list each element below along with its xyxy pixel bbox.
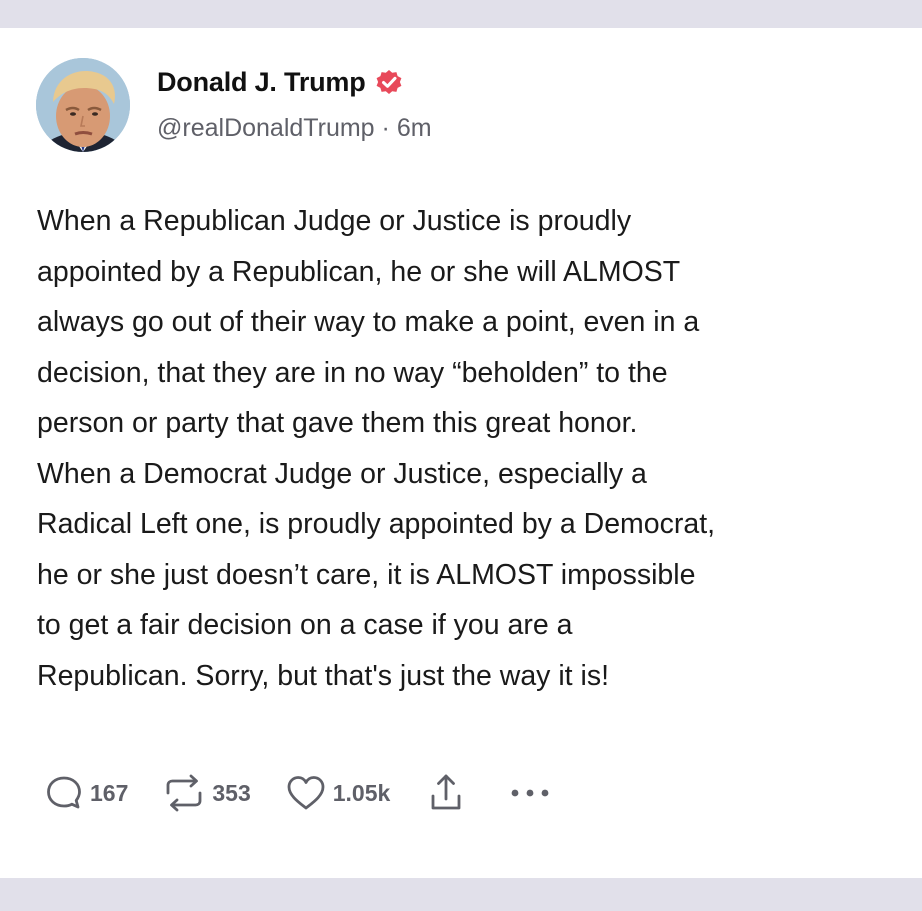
verified-badge-icon xyxy=(374,67,404,97)
author-avatar[interactable] xyxy=(36,58,130,152)
reply-icon xyxy=(47,776,81,809)
share-icon xyxy=(431,774,461,810)
heart-icon xyxy=(287,776,325,810)
repost-icon xyxy=(166,774,202,812)
repost-count: 353 xyxy=(212,779,251,806)
more-options-button[interactable] xyxy=(508,783,552,803)
author-display-name[interactable]: Donald J. Trump xyxy=(157,67,366,98)
share-button[interactable] xyxy=(428,772,464,814)
post-timestamp[interactable]: 6m xyxy=(397,114,432,142)
top-background-band xyxy=(0,0,922,28)
more-icon xyxy=(511,789,549,797)
meta-separator: · xyxy=(381,114,390,142)
profile-photo xyxy=(36,58,130,152)
like-count: 1.05k xyxy=(332,779,391,806)
post-body-text: When a Republican Judge or Justice is pr… xyxy=(37,205,716,692)
reply-count: 167 xyxy=(90,779,129,806)
post-action-bar: 167 353 1.05k xyxy=(44,770,552,816)
repost-button[interactable]: 353 xyxy=(162,773,251,813)
author-handle[interactable]: @realDonaldTrump xyxy=(157,114,375,142)
author-name-row: Donald J. Trump xyxy=(157,62,404,102)
bottom-background-band xyxy=(0,878,922,911)
like-button[interactable]: 1.05k xyxy=(285,773,391,813)
reply-button[interactable]: 167 xyxy=(44,773,128,813)
author-meta-row: @realDonaldTrump · 6m xyxy=(157,114,432,143)
